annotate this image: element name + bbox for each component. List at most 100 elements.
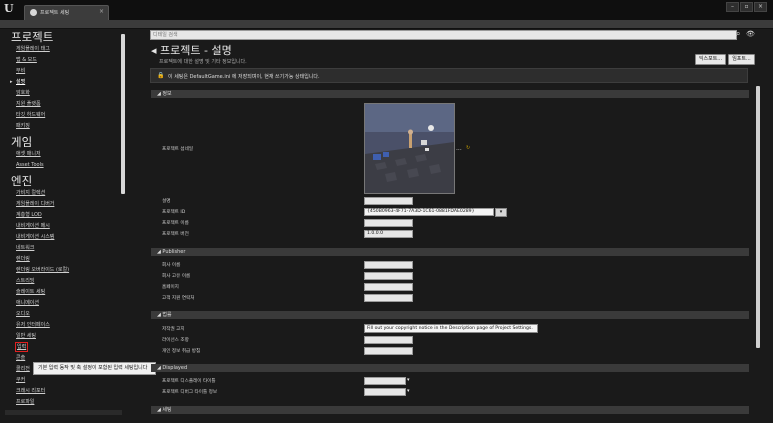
project-name-field[interactable] <box>364 219 413 227</box>
export-button[interactable]: 익스포트... <box>695 54 726 65</box>
sidebar-item-label: 무비 <box>16 68 26 74</box>
display-title-dropdown-icon[interactable]: ▾ <box>407 377 410 383</box>
sidebar-item-supported-platforms[interactable]: 지원 플랫폼 <box>5 99 122 110</box>
label-company-name: 회사 이름 <box>162 263 181 268</box>
sidebar-item-navigation-system[interactable]: 내비게이션 시스템 <box>5 232 122 243</box>
label-licensing-terms: 라이선스 조항 <box>162 338 189 343</box>
sidebar-item-slate-settings[interactable]: 슬레이트 세팅 <box>5 287 122 298</box>
settings-sidebar: 프로젝트 게임플레이 태그 맵 & 모드 무비 ▸ 설명 암호화 지원 플랫폼 타… <box>5 30 122 418</box>
label-homepage: 홈페이지 <box>162 285 179 290</box>
label-project-display-title: 프로젝트 디스플레이 타이틀 <box>162 379 216 384</box>
sidebar-item-label: 게임플레이 태그 <box>16 46 50 52</box>
project-thumbnail[interactable] <box>364 103 455 194</box>
sidebar-horizontal-scrollbar[interactable] <box>5 410 122 415</box>
sidebar-item-user-interface[interactable]: 유저 인터페이스 <box>5 320 122 331</box>
sidebar-item-rendering[interactable]: 렌더링 <box>5 254 122 265</box>
sidebar-item-audio[interactable]: 오디오 <box>5 309 122 320</box>
reset-icon[interactable]: ↻ <box>466 145 470 151</box>
description-field[interactable] <box>364 197 413 205</box>
company-distinguished-name-field[interactable] <box>364 272 413 280</box>
category-game: 게임 <box>11 135 33 149</box>
sidebar-item-cooker[interactable]: 쿠커 <box>5 375 122 386</box>
section-displayed[interactable]: ◢ Displayed <box>151 364 749 372</box>
search-input[interactable] <box>151 31 736 39</box>
details-panel: ⌕ 👁 ◂ 프로젝트 - 설명 프로젝트에 대한 설명 및 기타 정보입니다. … <box>145 29 762 423</box>
sidebar-item-garbage-collection[interactable]: 가비지 컬렉션 <box>5 188 122 199</box>
project-id-field[interactable]: {450B0963-4F71-7A3D-1C61-0881FDAE0289} <box>364 208 494 216</box>
sidebar-item-packaging[interactable]: 패키징 <box>5 121 122 132</box>
lock-icon: 🔒 <box>157 72 165 79</box>
project-id-dropdown-button[interactable]: ▾ <box>495 208 507 217</box>
thumbnail-browse-button[interactable]: ... <box>456 145 462 152</box>
section-about[interactable]: ◢ 정보 <box>151 90 749 98</box>
unreal-logo-icon: U <box>4 2 14 15</box>
sidebar-item-label: 지원 플랫폼 <box>16 101 41 107</box>
copyright-notice-field[interactable]: Fill out your copyright notice in the De… <box>364 324 538 333</box>
input-tooltip: 기본 입력 동작 및 축 설정이 포함된 입력 세팅입니다 <box>33 362 156 375</box>
maximize-button[interactable]: ▫ <box>740 2 753 12</box>
sidebar-item-profile[interactable]: 프로파일 <box>5 397 122 408</box>
sidebar-item-asset-manager[interactable]: 애셋 매니저 <box>5 149 122 160</box>
selected-arrow-icon: ▸ <box>10 79 13 85</box>
sidebar-scrollbar[interactable] <box>121 34 125 194</box>
sidebar-item-network[interactable]: 네트워크 <box>5 243 122 254</box>
support-contact-field[interactable] <box>364 294 413 302</box>
project-version-field[interactable]: 1.0.0.0 <box>364 230 413 238</box>
sidebar-item-label: 슬레이트 세팅 <box>16 289 46 295</box>
licensing-terms-field[interactable] <box>364 336 413 344</box>
config-notice: 🔒 이 세팅은 DefaultGame.ini 에 저장되며이, 현재 쓰기가능… <box>150 68 748 83</box>
sidebar-item-label: 쿠커 <box>16 377 26 383</box>
sidebar-item-input[interactable]: 입력 <box>5 342 122 353</box>
eye-icon[interactable]: 👁 <box>746 30 755 38</box>
search-field[interactable] <box>150 30 737 40</box>
page-title: ◂ 프로젝트 - 설명 <box>151 44 232 57</box>
sidebar-item-navigation-mesh[interactable]: 내비게이션 메시 <box>5 221 122 232</box>
close-button[interactable]: × <box>754 2 767 12</box>
sidebar-item-label: 내비게이션 메시 <box>16 223 50 229</box>
sidebar-item-label: 콘솔 <box>16 355 26 361</box>
sidebar-item-maps-modes[interactable]: 맵 & 모드 <box>5 55 122 66</box>
sidebar-item-gameplay-debugger[interactable]: 게임플레이 디버거 <box>5 199 122 210</box>
debug-title-dropdown-icon[interactable]: ▾ <box>407 388 410 394</box>
sidebar-item-label: 계층형 LOD <box>16 212 42 218</box>
sidebar-item-target-hardware[interactable]: 타깃 하드웨어 <box>5 110 122 121</box>
sidebar-item-label: Asset Tools <box>16 162 44 168</box>
sidebar-item-description[interactable]: ▸ 설명 <box>5 77 122 88</box>
sidebar-item-label: 스트리밍 <box>16 278 35 284</box>
sidebar-item-streaming[interactable]: 스트리밍 <box>5 276 122 287</box>
sidebar-item-general-settings[interactable]: 일반 세팅 <box>5 331 122 342</box>
sidebar-item-gameplay-tags[interactable]: 게임플레이 태그 <box>5 44 122 55</box>
sidebar-item-label: 렌더링 오버라이드 (로컬) <box>16 267 70 273</box>
settings-tab-icon <box>30 9 37 16</box>
sidebar-item-crash-reporter[interactable]: 크래시 리포터 <box>5 386 122 397</box>
sidebar-item-label: 콜리전 <box>16 366 30 372</box>
sidebar-item-movies[interactable]: 무비 <box>5 66 122 77</box>
sidebar-item-label: 설명 <box>16 79 26 85</box>
title-bar: U 프로젝트 세팅 × – ▫ × <box>0 0 773 20</box>
project-display-title-field[interactable] <box>364 377 406 385</box>
sidebar-item-rendering-overrides[interactable]: 렌더링 오버라이드 (로컬) <box>5 265 122 276</box>
section-publisher[interactable]: ◢ Publisher <box>151 248 749 256</box>
tab-project-settings[interactable]: 프로젝트 세팅 × <box>24 5 109 20</box>
label-company-distinguished-name: 회사 고유 이름 <box>162 274 191 279</box>
privacy-policy-field[interactable] <box>364 347 413 355</box>
section-settings[interactable]: ◢ 세팅 <box>151 406 749 414</box>
sidebar-item-animation[interactable]: 애니메이션 <box>5 298 122 309</box>
details-scrollbar[interactable] <box>756 86 760 348</box>
label-copyright-notice: 저작권 고지 <box>162 327 185 332</box>
sidebar-item-encryption[interactable]: 암호화 <box>5 88 122 99</box>
homepage-field[interactable] <box>364 283 413 291</box>
label-project-id: 프로젝트 ID <box>162 210 186 215</box>
section-legal[interactable]: ◢ 법률 <box>151 311 749 319</box>
company-name-field[interactable] <box>364 261 413 269</box>
sidebar-item-asset-tools[interactable]: Asset Tools <box>5 160 122 171</box>
search-icon[interactable]: ⌕ <box>736 29 740 39</box>
sidebar-item-label: 렌더링 <box>16 256 30 262</box>
sidebar-item-hlod[interactable]: 계층형 LOD <box>5 210 122 221</box>
label-support-contact: 고객 지원 연락처 <box>162 296 195 301</box>
sidebar-item-label: 애셋 매니저 <box>16 151 41 157</box>
minimize-button[interactable]: – <box>726 2 739 12</box>
import-button[interactable]: 임포트... <box>728 54 755 65</box>
tab-close-icon[interactable]: × <box>99 8 104 15</box>
project-debug-title-field[interactable] <box>364 388 406 396</box>
